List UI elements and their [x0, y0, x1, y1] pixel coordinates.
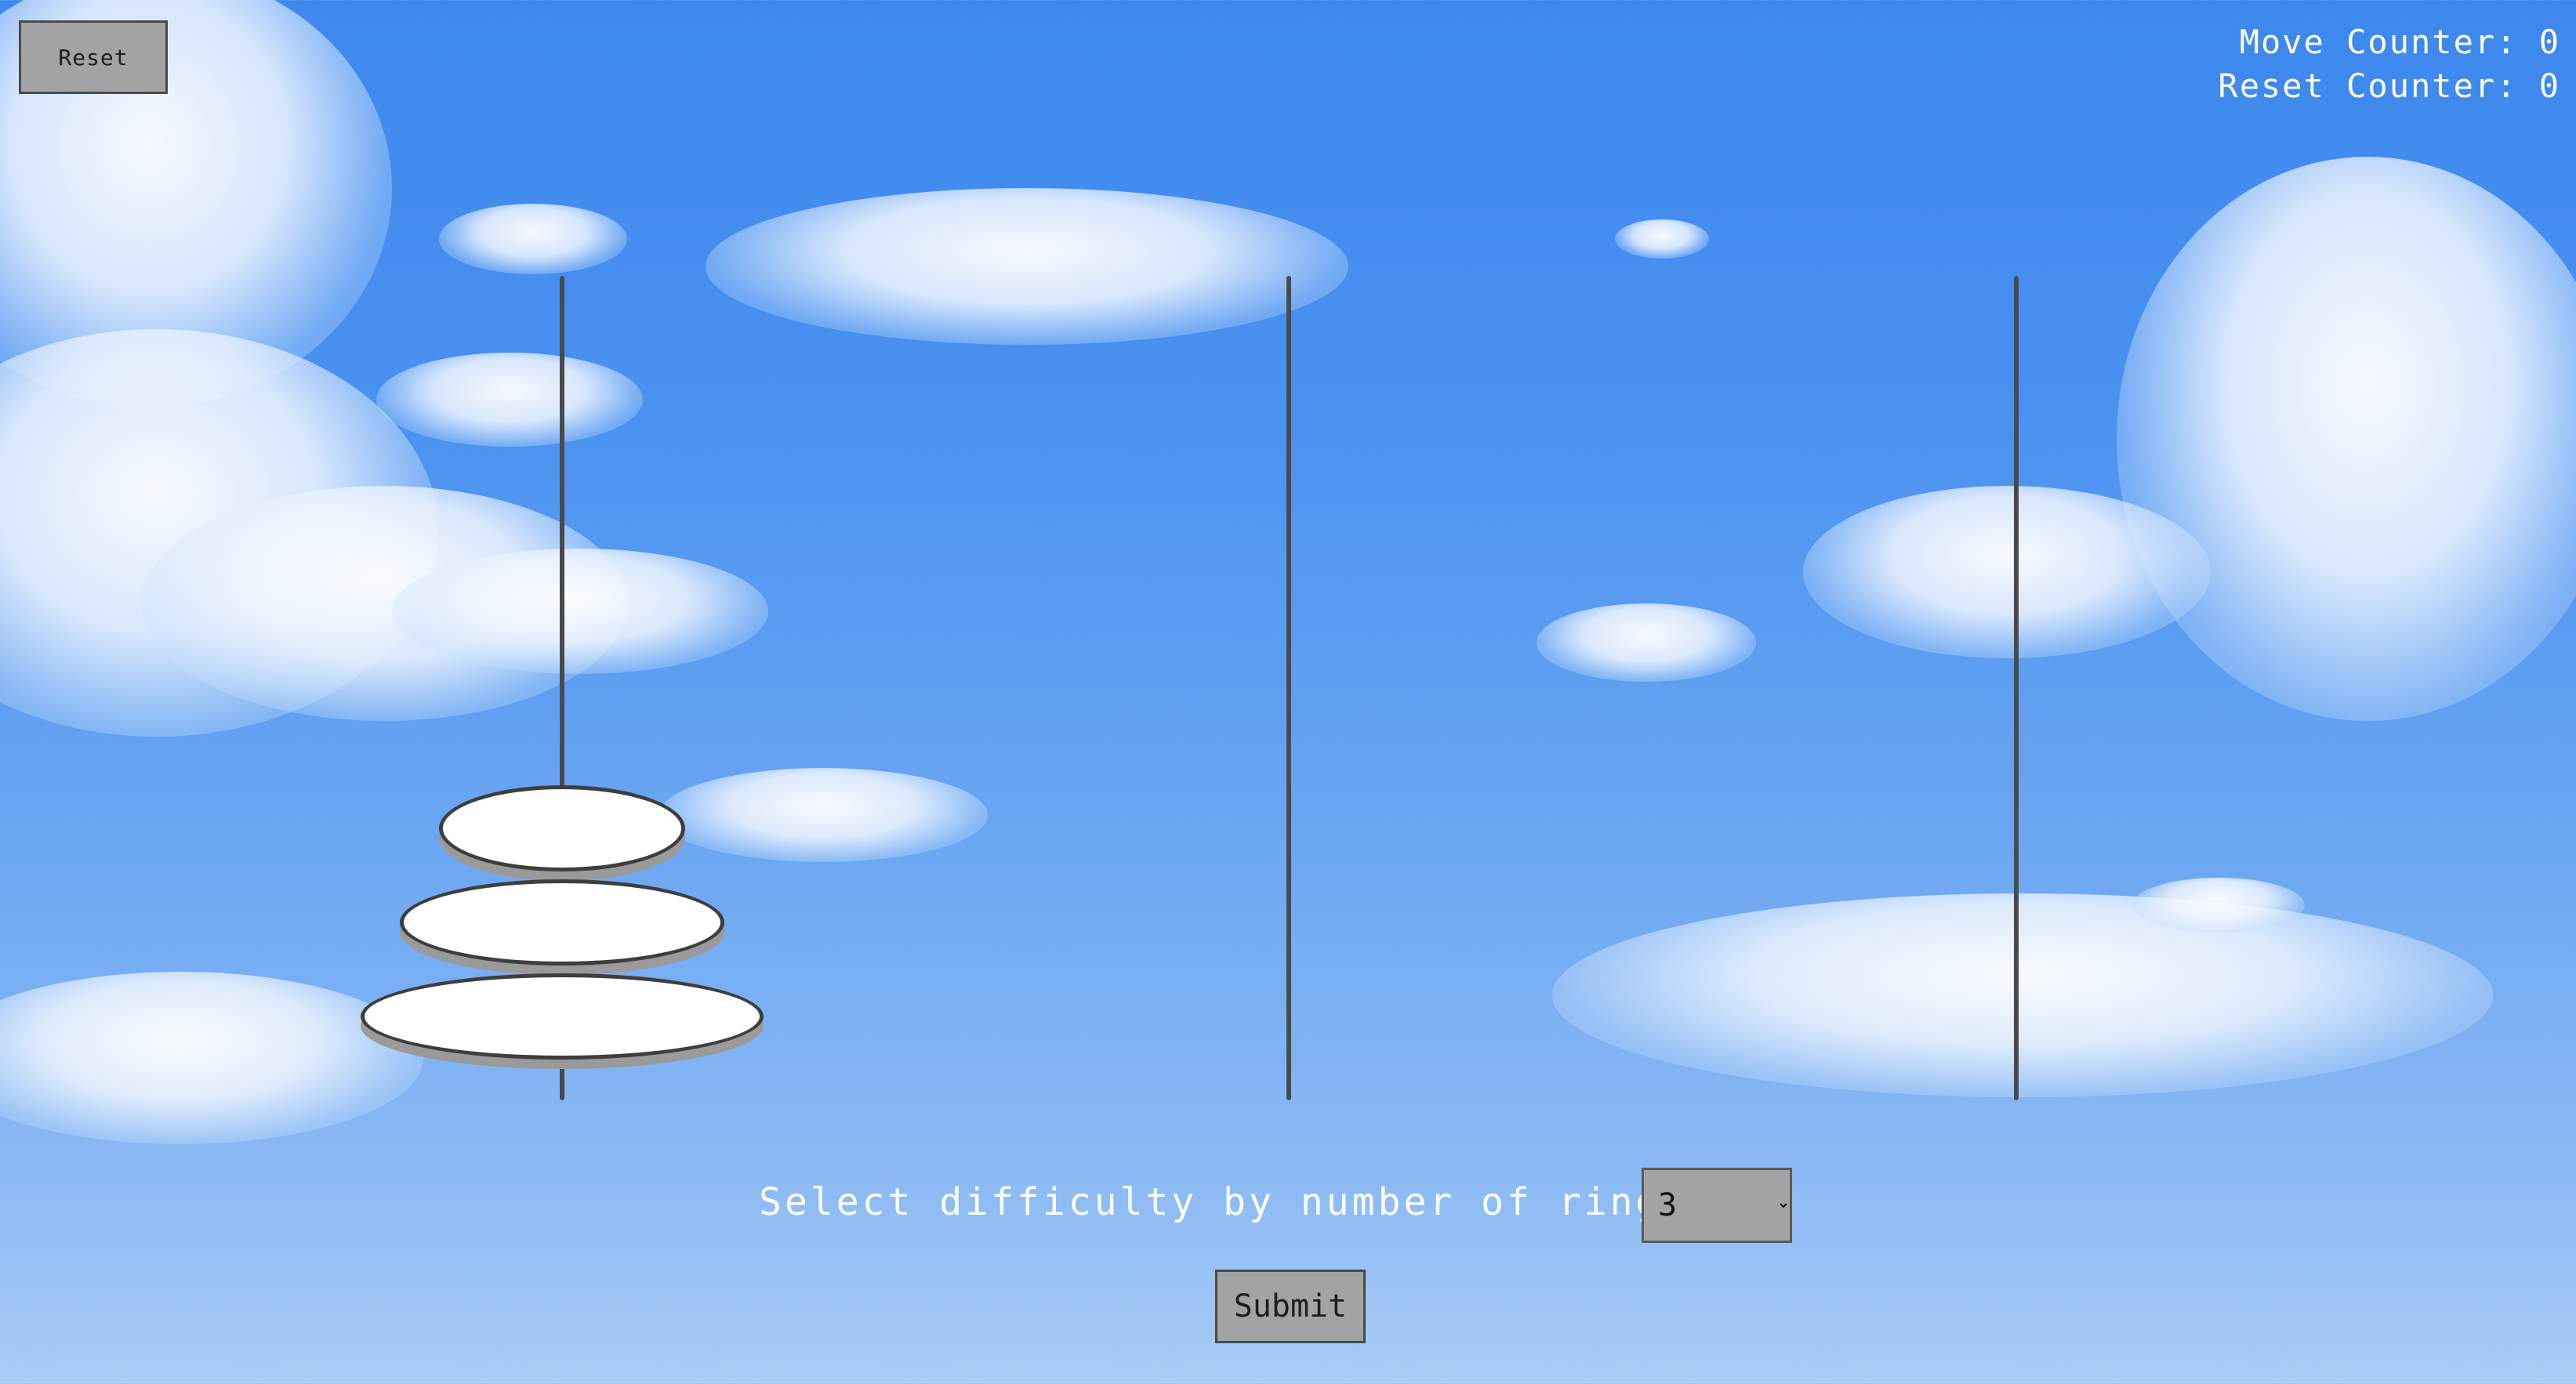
difficulty-row: Select difficulty by number of rings: 3	[0, 1168, 2576, 1243]
cloud	[706, 188, 1348, 345]
ring-large[interactable]	[361, 973, 764, 1060]
peg-2[interactable]	[1286, 276, 1291, 1100]
ring-medium[interactable]	[400, 879, 724, 966]
reset-counter: Reset Counter: 0	[2218, 67, 2560, 105]
reset-button[interactable]: Reset	[19, 20, 168, 94]
cloud	[392, 549, 768, 674]
cloud	[1803, 486, 2211, 658]
difficulty-select[interactable]: 3	[1642, 1168, 1792, 1243]
ring-small[interactable]	[439, 785, 685, 871]
difficulty-label: Select difficulty by number of rings:	[759, 1180, 1714, 1224]
counters-panel: Move Counter: 0 Reset Counter: 0	[2218, 20, 2560, 108]
move-counter: Move Counter: 0	[2239, 23, 2560, 61]
cloud	[0, 972, 423, 1144]
cloud	[376, 353, 643, 447]
cloud	[659, 768, 988, 862]
cloud	[2132, 878, 2305, 933]
cloud	[1615, 219, 1709, 259]
peg-3[interactable]	[2014, 276, 2019, 1100]
cloud	[1537, 603, 1756, 682]
cloud	[2117, 157, 2576, 721]
submit-button[interactable]: Submit	[1215, 1270, 1366, 1343]
cloud	[141, 486, 627, 721]
cloud	[439, 204, 627, 274]
cloud	[0, 329, 439, 737]
cloud	[1552, 893, 2493, 1097]
